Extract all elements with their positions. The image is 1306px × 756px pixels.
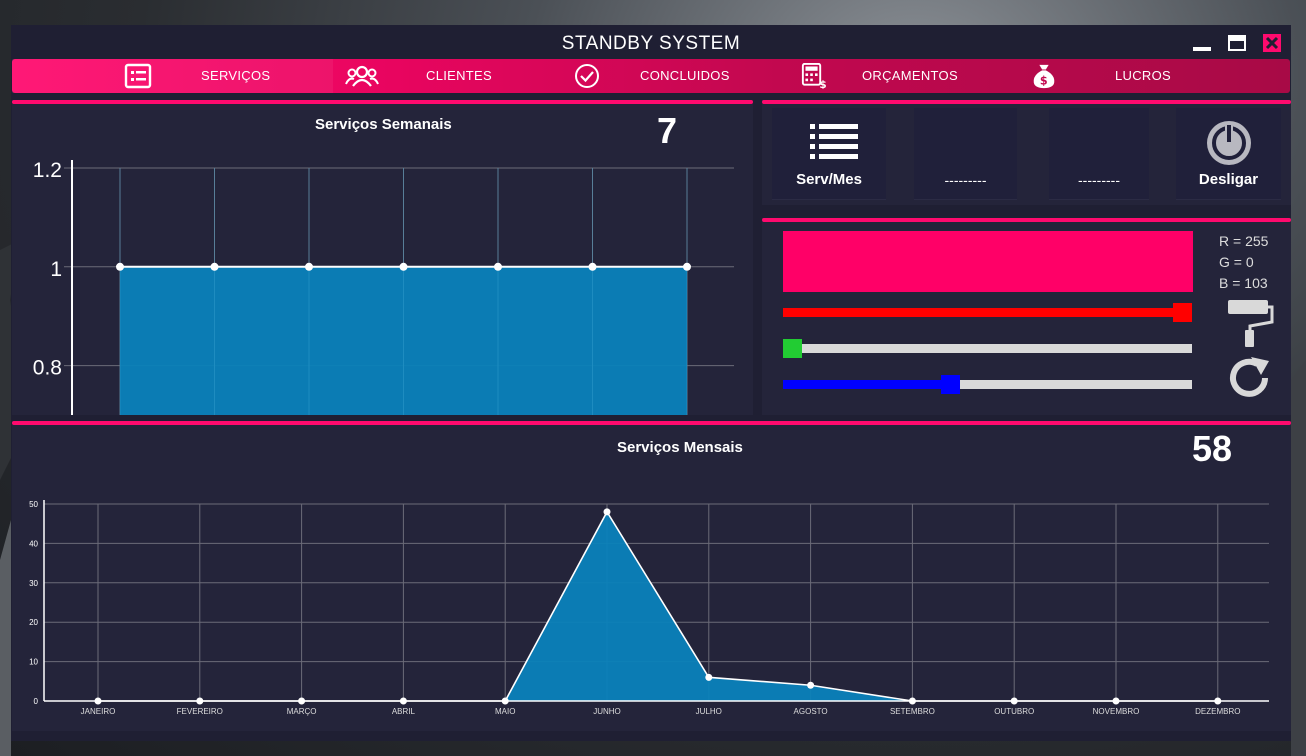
placeholder-tile-1-label: --------- [944, 172, 987, 188]
list-form-icon [124, 63, 152, 89]
monthly-x-tick-label: MAIO [495, 707, 515, 716]
monthly-y-tick-label: 50 [29, 500, 38, 509]
weekly-y-tick-label: 1.2 [33, 159, 62, 182]
desligar-tile[interactable]: Desligar [1176, 108, 1281, 200]
nav-item-clientes[interactable]: CLIENTES [333, 59, 550, 93]
nav-item-orcamentos[interactable]: $ ORÇAMENTOS [776, 59, 999, 93]
monthly-chart: 50 40 30 20 10 0 JANEIRO FEVEREIRO MARÇO ABRIL MAI… [29, 500, 1269, 716]
weekly-chart: 1.2 1 0.8 [33, 159, 734, 415]
monthly-x-tick-label: JUNHO [593, 707, 621, 716]
r-value-text: R = 255 [1219, 233, 1269, 249]
monthly-y-tick-label: 30 [29, 579, 38, 588]
weekly-point [399, 262, 408, 271]
red-slider-thumb[interactable] [1173, 303, 1192, 322]
monthly-x-tick-label: SETEMBRO [890, 707, 935, 716]
weekly-point [305, 262, 313, 271]
monthly-x-tick-label: OUTUBRO [994, 707, 1034, 716]
placeholder-tile-2-label: --------- [1078, 172, 1120, 188]
users-icon [345, 65, 379, 87]
green-slider-thumb[interactable] [783, 339, 802, 358]
monthly-x-tick-label: JANEIRO [81, 707, 116, 716]
g-value-text: G = 0 [1219, 254, 1254, 270]
monthly-services-panel: Serviços Mensais 58 50 40 30 20 10 0 JANEIRO FE… [12, 421, 1291, 731]
red-slider[interactable] [783, 303, 1192, 322]
monthly-x-tick-label: AGOSTO [794, 707, 828, 716]
panel-accent-bar [762, 218, 1291, 222]
red-slider-fill [783, 308, 1183, 317]
weekly-point [116, 262, 124, 271]
monthly-x-tick-label: DEZEMBRO [1195, 707, 1240, 716]
nav-label-concluidos: CONCLUIDOS [640, 68, 730, 83]
minimize-icon [1193, 47, 1211, 51]
blue-slider[interactable] [783, 375, 1192, 394]
nav-label-lucros: LUCROS [1115, 68, 1171, 83]
serv-mes-tile[interactable]: Serv/Mes [772, 108, 886, 200]
svg-text:$: $ [819, 79, 827, 89]
nav-label-clientes: CLIENTES [426, 68, 492, 83]
monthly-x-tick-label: NOVEMBRO [1093, 707, 1140, 716]
monthly-x-tick-label: FEVEREIRO [177, 707, 223, 716]
nav-label-orcamentos: ORÇAMENTOS [862, 68, 958, 83]
close-button[interactable] [1262, 34, 1282, 52]
monthly-x-tick-label: JULHO [696, 707, 722, 716]
monthly-point [603, 508, 611, 516]
main-nav: SERVIÇOS CLIENTES CONCLUIDOS $ ORÇAMENTO… [12, 59, 1290, 93]
monthly-point [807, 681, 815, 689]
monthly-x-tick-label: ABRIL [392, 707, 416, 716]
placeholder-tile-1[interactable]: --------- [914, 108, 1017, 200]
svg-text:$: $ [1040, 74, 1048, 87]
weekly-y-tick-label: 1 [50, 258, 62, 281]
desligar-label: Desligar [1198, 171, 1259, 188]
nav-label-servicos: SERVIÇOS [201, 68, 271, 83]
check-circle-icon [575, 64, 599, 88]
power-icon [1207, 121, 1251, 165]
monthly-y-tick-label: 20 [29, 618, 38, 627]
paint-roller-button[interactable] [1226, 298, 1274, 348]
maximize-button[interactable] [1227, 34, 1247, 52]
monthly-y-tick-label: 10 [29, 658, 38, 667]
reset-icon[interactable] [1227, 356, 1273, 402]
monthly-x-tick-label: MARÇO [287, 707, 317, 716]
weekly-point [588, 262, 597, 271]
weekly-point [210, 262, 219, 271]
panel-accent-bar [762, 100, 1291, 104]
app-window: STANDBY SYSTEM SERVIÇOS CLIENTES CONCLUI… [11, 25, 1291, 741]
window-title: STANDBY SYSTEM [561, 33, 741, 54]
list-icon [810, 124, 858, 159]
blue-slider-fill [783, 380, 951, 389]
weekly-point [494, 262, 502, 271]
monthly-area [98, 511, 1218, 701]
title-bar[interactable]: STANDBY SYSTEM [11, 25, 1291, 60]
blue-slider-thumb[interactable] [940, 375, 960, 394]
monthly-y-tick-label: 0 [34, 697, 39, 706]
weekly-services-panel: Serviços Semanais 7 1.2 1 0.8 [12, 100, 753, 415]
color-preview [783, 231, 1193, 292]
nav-item-servicos[interactable]: SERVIÇOS [12, 59, 333, 93]
weekly-point [683, 262, 691, 271]
b-value-text: B = 103 [1219, 275, 1268, 291]
green-slider[interactable] [783, 339, 1192, 358]
weekly-y-tick-label: 0.8 [33, 357, 62, 380]
maximize-icon [1228, 35, 1246, 51]
placeholder-tile-2[interactable]: --------- [1049, 108, 1149, 200]
color-picker-panel: R = 255 G = 0 B = 103 [762, 218, 1291, 415]
monthly-point [705, 673, 713, 681]
monthly-y-tick-label: 40 [29, 539, 38, 548]
money-bag-icon: $ [1033, 64, 1055, 89]
minimize-button[interactable] [1192, 34, 1212, 52]
close-icon [1263, 34, 1281, 52]
calculator-dollar-icon: $ [801, 63, 827, 89]
nav-item-concluidos[interactable]: CONCLUIDOS [550, 59, 776, 93]
nav-item-lucros[interactable]: $ LUCROS [999, 59, 1290, 93]
serv-mes-label: Serv/Mes [796, 171, 862, 188]
quick-actions-panel: Serv/Mes --------- --------- Desligar [762, 100, 1291, 205]
